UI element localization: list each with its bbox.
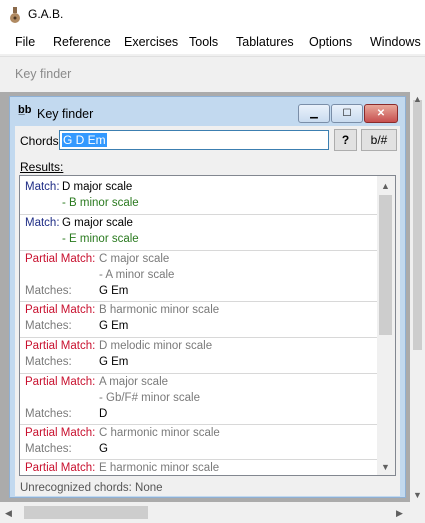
results-scroll-up-icon[interactable]: ▲	[381, 181, 390, 191]
result-scale: C harmonic minor scale	[99, 427, 220, 439]
flat-sharp-toggle-button[interactable]: b/#	[361, 129, 397, 151]
app-title: G.A.B.	[28, 7, 64, 21]
result-prefix: Partial Match:	[25, 253, 96, 265]
help-button[interactable]: ?	[334, 129, 357, 151]
result-matches-label: Matches:	[25, 356, 72, 368]
result-scale: C major scale	[99, 253, 170, 265]
result-prefix: Match:	[25, 181, 60, 193]
result-scale: A major scale	[99, 376, 169, 388]
result-scale: E harmonic minor scale	[99, 462, 220, 474]
result-prefix: Partial Match:	[25, 340, 96, 352]
keyfinder-title: Key finder	[37, 107, 94, 121]
result-matches: G	[99, 443, 108, 455]
result-prefix: Partial Match:	[25, 304, 96, 316]
scroll-left-arrow-icon[interactable]: ◀	[5, 508, 12, 518]
result-divider	[20, 337, 377, 338]
result-divider	[20, 373, 377, 374]
main-vertical-scroll-thumb[interactable]	[413, 100, 422, 350]
minimize-button[interactable]: ▁	[298, 104, 330, 123]
scrollbar-corner	[410, 502, 425, 523]
toolbar-tab-keyfinder[interactable]: Key finder	[15, 67, 71, 81]
result-matches: G Em	[99, 356, 129, 368]
result-matches-label: Matches:	[25, 285, 72, 297]
chords-input-value[interactable]: G D Em	[62, 133, 107, 147]
app-titlebar	[0, 0, 425, 30]
result-divider	[20, 214, 377, 215]
result-matches-label: Matches:	[25, 443, 72, 455]
guitar-icon	[10, 7, 20, 23]
menu-options[interactable]: Options	[309, 35, 352, 49]
result-divider	[20, 459, 377, 460]
result-prefix: Partial Match:	[25, 462, 96, 474]
main-horizontal-scroll-thumb[interactable]	[24, 506, 148, 519]
scroll-right-arrow-icon[interactable]: ▶	[396, 508, 403, 518]
result-matches-label: Matches:	[25, 408, 72, 420]
result-prefix: Match:	[25, 217, 60, 229]
result-scale: B harmonic minor scale	[99, 304, 220, 316]
results-label: Results:	[20, 160, 64, 174]
result-matches: G Em	[99, 285, 129, 297]
menu-file[interactable]: File	[15, 35, 35, 49]
result-relative: - A minor scale	[99, 269, 175, 281]
result-matches: G Em	[99, 320, 129, 332]
scroll-down-arrow-icon[interactable]: ▼	[413, 490, 422, 500]
scroll-up-arrow-icon[interactable]: ▲	[413, 94, 422, 104]
result-scale: D melodic minor scale	[99, 340, 213, 352]
menu-reference[interactable]: Reference	[53, 35, 111, 49]
result-divider	[20, 424, 377, 425]
results-scroll-down-icon[interactable]: ▼	[381, 462, 390, 472]
result-matches-label: Matches:	[25, 320, 72, 332]
results-scroll-thumb[interactable]	[379, 195, 392, 335]
result-scale: G major scale	[62, 217, 133, 229]
result-matches: D	[99, 408, 108, 420]
status-text: Unrecognized chords: None	[20, 482, 163, 494]
chords-label: Chords:	[20, 134, 63, 148]
maximize-button[interactable]: ☐	[331, 104, 363, 123]
menu-exercises[interactable]: Exercises	[124, 35, 178, 49]
result-relative: - Gb/F# minor scale	[99, 392, 200, 404]
result-divider	[20, 301, 377, 302]
result-relative: - B minor scale	[62, 197, 139, 209]
close-button[interactable]: ✕	[364, 104, 398, 123]
result-divider	[20, 250, 377, 251]
result-prefix: Partial Match:	[25, 376, 96, 388]
menu-tools[interactable]: Tools	[189, 35, 218, 49]
result-scale: D major scale	[62, 181, 133, 193]
result-relative: - E minor scale	[62, 233, 139, 245]
result-prefix: Partial Match:	[25, 427, 96, 439]
flat-symbol-icon: b̲b	[18, 104, 32, 116]
menu-tablatures[interactable]: Tablatures	[236, 35, 294, 49]
menu-windows[interactable]: Windows	[370, 35, 421, 49]
